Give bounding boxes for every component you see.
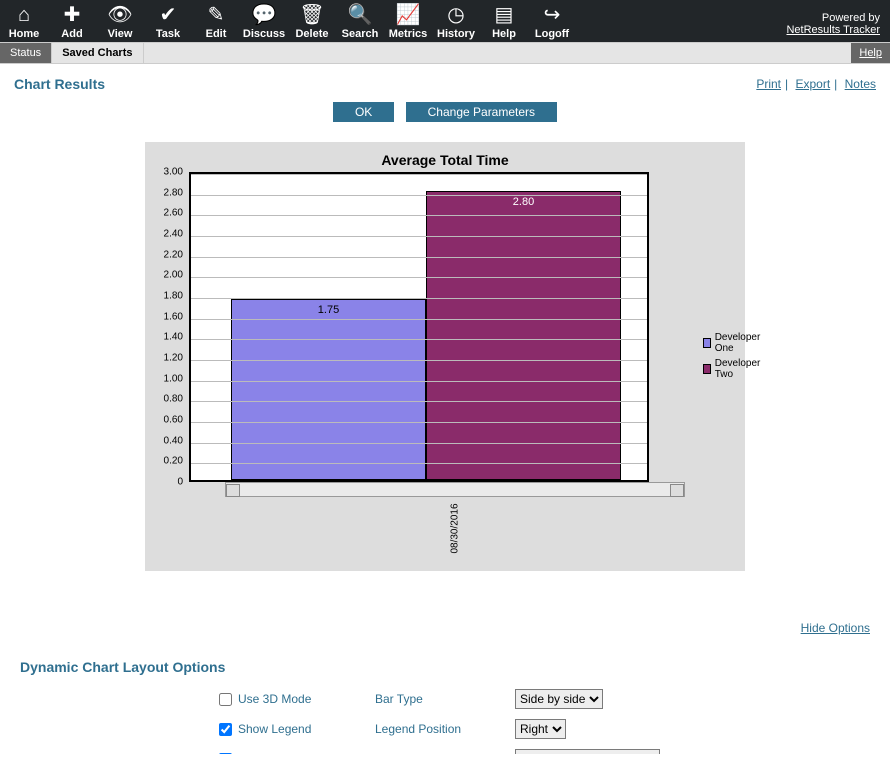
toolbar-label: Home <box>0 28 48 40</box>
change-parameters-button[interactable]: Change Parameters <box>406 102 557 122</box>
metrics-icon: 📈 <box>384 4 432 26</box>
view-icon: 👁 <box>96 4 144 26</box>
notes-link[interactable]: Notes <box>845 77 876 91</box>
ok-button[interactable]: OK <box>333 102 394 122</box>
y-tick: 2.80 <box>151 187 187 198</box>
tab-saved-charts[interactable]: Saved Charts <box>52 43 143 63</box>
legend-position-select[interactable]: Right <box>515 719 566 739</box>
bar-label-style-label: Bar Label Style <box>375 749 515 754</box>
powered-link[interactable]: NetResults Tracker <box>786 24 880 36</box>
bar-developer-one: 1.75 <box>231 299 426 480</box>
y-tick: 2.00 <box>151 270 187 281</box>
print-link[interactable]: Print <box>756 77 781 91</box>
options-title: Dynamic Chart Layout Options <box>20 659 876 675</box>
toolbar-label: Edit <box>192 28 240 40</box>
toolbar-label: Add <box>48 28 96 40</box>
y-tick: 1.80 <box>151 291 187 302</box>
toolbar-label: Help <box>480 28 528 40</box>
toolbar-logoff[interactable]: ↪ Logoff <box>528 4 576 40</box>
export-link[interactable]: Export <box>795 77 830 91</box>
edit-icon: ✎ <box>192 4 240 26</box>
logoff-icon: ↪ <box>528 4 576 26</box>
toolbar-discuss[interactable]: 💬 Discuss <box>240 4 288 40</box>
toolbar-label: Discuss <box>240 28 288 40</box>
toolbar-task[interactable]: ✔ Task <box>144 4 192 40</box>
content-scroll[interactable]: Chart Results Print| Export| Notes OK Ch… <box>0 64 890 754</box>
toolbar-home[interactable]: ⌂ Home <box>0 4 48 40</box>
y-tick: 0.20 <box>151 456 187 467</box>
y-tick: 1.00 <box>151 373 187 384</box>
legend-position-label: Legend Position <box>375 719 515 739</box>
toolbar-view[interactable]: 👁 View <box>96 4 144 40</box>
tab-strip: Status Saved Charts Help <box>0 42 890 64</box>
history-icon: ◷ <box>432 4 480 26</box>
page-title: Chart Results <box>14 76 105 92</box>
top-toolbar: ⌂ Home✚ Add👁 View✔ Task✎ Edit💬 Discuss🗑 Delete🔍… <box>0 0 890 42</box>
y-tick: 0.40 <box>151 435 187 446</box>
y-tick: 0.60 <box>151 415 187 426</box>
x-axis-label: 08/30/2016 <box>225 503 685 563</box>
toolbar-label: Metrics <box>384 28 432 40</box>
swatch-icon <box>703 364 711 374</box>
top-links: Print| Export| Notes <box>756 77 876 91</box>
toolbar-search[interactable]: 🔍 Search <box>336 4 384 40</box>
toolbar-label: Logoff <box>528 28 576 40</box>
search-icon: 🔍 <box>336 4 384 26</box>
y-axis: 0 0.20 0.40 0.60 0.80 1.00 1.20 1.40 1.60 1.80 2.0… <box>151 172 187 557</box>
toolbar-label: Search <box>336 28 384 40</box>
y-tick: 2.60 <box>151 208 187 219</box>
legend-item: Developer One <box>703 332 763 354</box>
bar-value-label: 1.75 <box>232 304 425 316</box>
add-icon: ✚ <box>48 4 96 26</box>
toolbar-metrics[interactable]: 📈 Metrics <box>384 4 432 40</box>
home-icon: ⌂ <box>0 4 48 26</box>
y-tick: 0.80 <box>151 394 187 405</box>
tab-status[interactable]: Status <box>0 43 52 63</box>
y-tick: 1.40 <box>151 332 187 343</box>
chart-h-scrollbar[interactable] <box>225 482 685 497</box>
toolbar-delete[interactable]: 🗑 Delete <box>288 4 336 40</box>
toolbar-edit[interactable]: ✎ Edit <box>192 4 240 40</box>
tab-help[interactable]: Help <box>851 43 890 63</box>
bar-developer-two: 2.80 <box>426 191 621 480</box>
toolbar-label: History <box>432 28 480 40</box>
toolbar-help[interactable]: ▤ Help <box>480 4 528 40</box>
bar-value-label: 2.80 <box>427 196 620 208</box>
swatch-icon <box>703 338 711 348</box>
chart-plot: 1.75 2.80 <box>189 172 649 482</box>
bar-type-label: Bar Type <box>375 689 515 709</box>
toolbar-history[interactable]: ◷ History <box>432 4 480 40</box>
bar-type-select[interactable]: Side by side <box>515 689 603 709</box>
use-3d-mode-checkbox[interactable]: Use 3D Mode <box>215 689 375 709</box>
toolbar-add[interactable]: ✚ Add <box>48 4 96 40</box>
toolbar-label: Task <box>144 28 192 40</box>
legend-item: Developer Two <box>703 358 763 380</box>
y-tick: 2.20 <box>151 249 187 260</box>
show-bar-labels-checkbox[interactable]: Show Bar Labels <box>215 749 375 754</box>
y-tick: 3.00 <box>151 167 187 178</box>
y-tick: 1.60 <box>151 311 187 322</box>
bar-label-style-select[interactable]: Below <box>515 749 660 754</box>
discuss-icon: 💬 <box>240 4 288 26</box>
chart-title: Average Total Time <box>153 152 737 168</box>
y-tick: 2.40 <box>151 229 187 240</box>
show-legend-checkbox[interactable]: Show Legend <box>215 719 375 739</box>
hide-options-link[interactable]: Hide Options <box>801 621 870 635</box>
chart-legend: Developer One Developer Two <box>703 172 763 557</box>
chart-container: Average Total Time 0 0.20 0.40 0.60 0.80 1.00… <box>145 142 745 571</box>
delete-icon: 🗑 <box>288 4 336 26</box>
y-tick: 1.20 <box>151 353 187 364</box>
toolbar-label: Delete <box>288 28 336 40</box>
help-icon: ▤ <box>480 4 528 26</box>
y-tick: 0 <box>151 477 187 488</box>
powered-by: Powered by NetResults Tracker <box>786 8 890 36</box>
toolbar-label: View <box>96 28 144 40</box>
task-icon: ✔ <box>144 4 192 26</box>
